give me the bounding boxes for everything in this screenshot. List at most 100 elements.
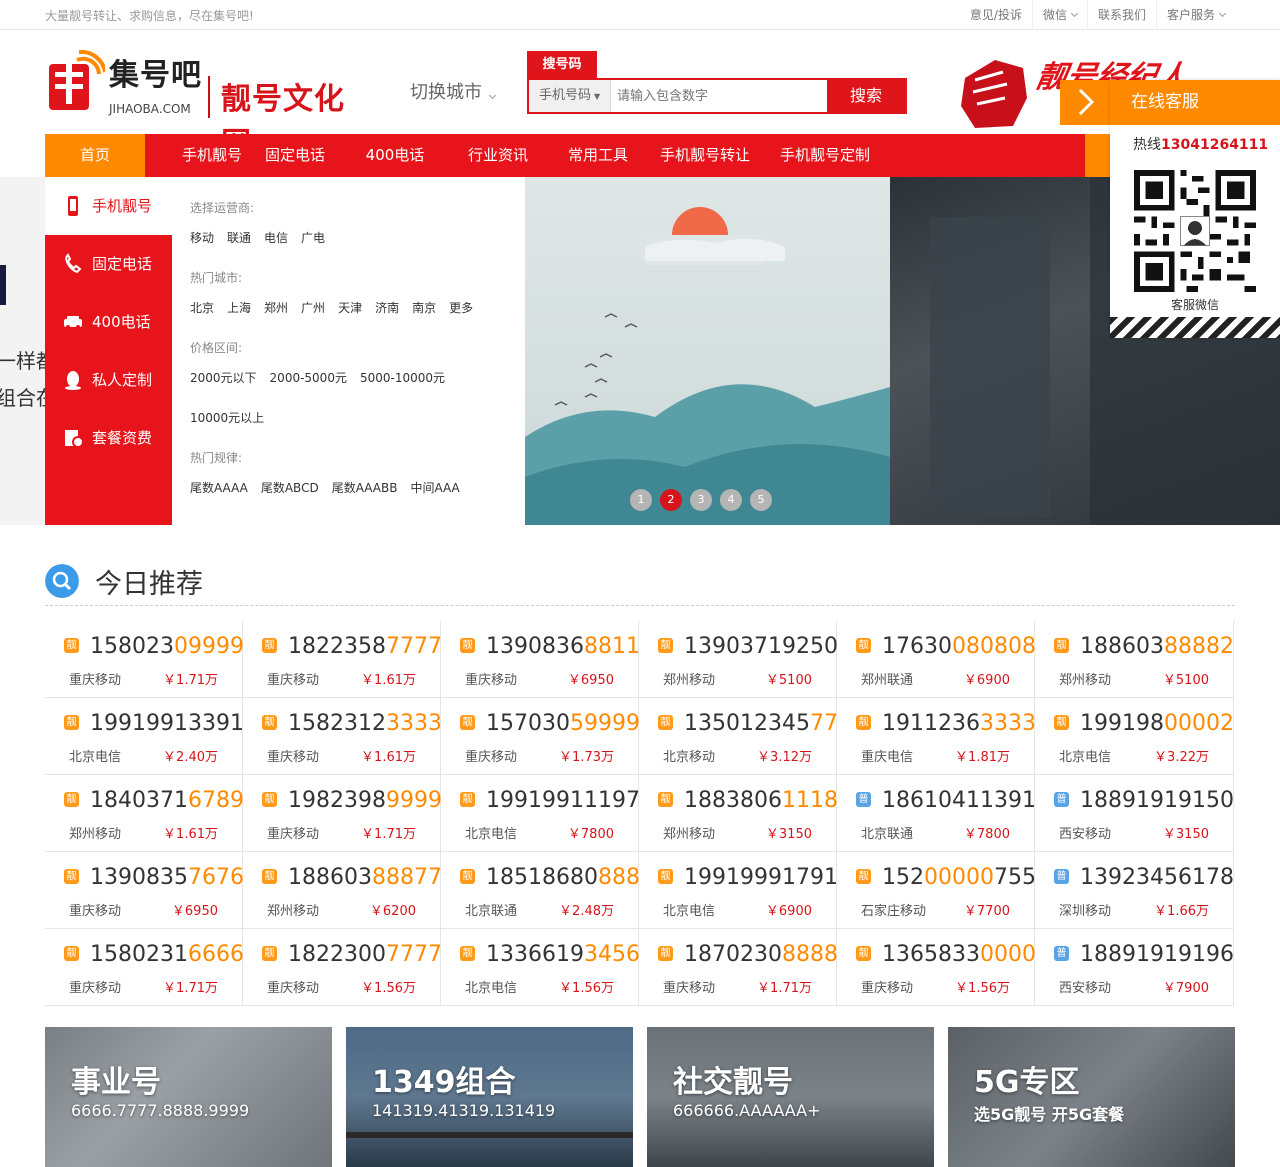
site-logo[interactable]: 集号吧 JIHAOBA.COM 靓号文化网 — [45, 46, 375, 161]
hero-slide-image[interactable] — [525, 177, 890, 525]
rule-option[interactable]: 中间AAA — [410, 481, 459, 495]
nav-custom[interactable]: 手机靓号定制 — [770, 134, 880, 177]
premium-badge: 靓 — [460, 715, 475, 730]
city-option[interactable]: 济南 — [375, 301, 399, 315]
number-card[interactable]: 靓 19919913391 北京电信 ￥2.40万 — [45, 698, 244, 775]
slider-dot[interactable]: 1 — [630, 489, 652, 511]
price-option[interactable]: 2000元以下 — [190, 371, 257, 385]
nav-mobile[interactable]: 手机靓号 — [162, 134, 262, 177]
number-card[interactable]: 靓 18518680888 北京联通 ￥2.48万 — [441, 852, 640, 929]
card-social[interactable]: 社交靓号 666666.AAAAAA+ — [647, 1027, 934, 1167]
number-price: ￥2.40万 — [163, 750, 218, 765]
nav-news[interactable]: 行业资讯 — [453, 134, 543, 177]
city-option[interactable]: 南京 — [412, 301, 436, 315]
nav-transfer[interactable]: 手机靓号转让 — [650, 134, 760, 177]
search-type-select[interactable]: 手机号码 ▼ — [529, 80, 611, 112]
number-card[interactable]: 靓 13908368811 重庆移动 ￥6950 — [441, 621, 640, 698]
number-price: ￥1.71万 — [757, 981, 812, 996]
rule-option[interactable]: 尾数AAABB — [332, 481, 398, 495]
number-card[interactable]: 靓 18702308888 重庆移动 ￥1.71万 — [639, 929, 838, 1006]
city-option[interactable]: 郑州 — [264, 301, 288, 315]
operator-option[interactable]: 移动 — [190, 231, 214, 245]
number-location: 重庆移动 — [267, 673, 320, 688]
city-option[interactable]: 更多 — [449, 301, 473, 315]
slider-dot[interactable]: 3 — [690, 489, 712, 511]
contact-link[interactable]: 联系我们 — [1086, 0, 1156, 30]
price-option[interactable]: 2000-5000元 — [270, 371, 347, 385]
search-tab[interactable]: 搜号码 — [527, 51, 597, 78]
nav-tools[interactable]: 常用工具 — [553, 134, 643, 177]
slider-dot[interactable]: 4 — [720, 489, 742, 511]
number-card[interactable]: 靓 18860388877 郑州移动 ￥6200 — [243, 852, 442, 929]
number-card[interactable]: 靓 15802316666 重庆移动 ￥1.71万 — [45, 929, 244, 1006]
number-card[interactable]: 靓 19919991791 北京电信 ￥6900 — [639, 852, 838, 929]
number-card[interactable]: 靓 19112363333 重庆电信 ￥1.81万 — [837, 698, 1036, 775]
card-1349[interactable]: 1349组合 141319.41319.131419 — [346, 1027, 633, 1167]
price-option[interactable]: 10000元以上 — [190, 411, 264, 425]
number-card[interactable]: 靓 13908357676 重庆移动 ￥6950 — [45, 852, 244, 929]
number-card[interactable]: 靓 15802309999 重庆移动 ￥1.71万 — [45, 621, 244, 698]
rule-option[interactable]: 尾数AAAA — [190, 481, 248, 495]
number-location: 重庆移动 — [267, 750, 320, 765]
number-card[interactable]: 靓 17630080808 郑州联通 ￥6900 — [837, 621, 1036, 698]
number-card[interactable]: 靓 18223587777 重庆移动 ￥1.61万 — [243, 621, 442, 698]
number-card[interactable]: 靓 13501234577 北京移动 ￥3.12万 — [639, 698, 838, 775]
operator-option[interactable]: 联通 — [227, 231, 251, 245]
search-input[interactable] — [617, 86, 827, 106]
operator-option[interactable]: 电信 — [264, 231, 288, 245]
slider-dot-active[interactable]: 2 — [660, 489, 682, 511]
number-card[interactable]: 靓 19919800002 北京电信 ￥3.22万 — [1035, 698, 1234, 775]
number-card[interactable]: 靓 15200000755 石家庄移动 ￥7700 — [837, 852, 1036, 929]
number-location: 北京移动 — [663, 750, 716, 765]
city-switch[interactable]: 切换城市 — [410, 78, 497, 104]
number-card[interactable]: 普 18610411391 北京联通 ￥7800 — [837, 775, 1036, 852]
number-card[interactable]: 靓 19919911197 北京电信 ￥7800 — [441, 775, 640, 852]
normal-badge: 普 — [1054, 792, 1069, 807]
menu-mobile[interactable]: 手机靓号 — [45, 177, 172, 235]
number-location: 重庆移动 — [69, 904, 122, 919]
number-card[interactable]: 靓 18860388882 郑州移动 ￥5100 — [1035, 621, 1234, 698]
logo-en: JIHAOBA.COM — [109, 102, 191, 116]
menu-400[interactable]: 400电话 — [45, 293, 172, 351]
number-card[interactable]: 普 18891919150 西安移动 ￥3150 — [1035, 775, 1234, 852]
nav-home[interactable]: 首页 — [45, 134, 145, 177]
number-card[interactable]: 靓 13658330000 重庆移动 ￥1.56万 — [837, 929, 1036, 1006]
menu-package[interactable]: 套餐资费 — [45, 409, 172, 467]
number-location: 郑州移动 — [69, 827, 122, 842]
price-option[interactable]: 5000-10000元 — [360, 371, 445, 385]
premium-badge: 靓 — [856, 869, 871, 884]
phone-number: 13366193456 — [486, 942, 640, 967]
wechat-link[interactable]: 微信 — [1031, 0, 1087, 30]
card-5g[interactable]: 5G专区 选5G靓号 开5G套餐 — [948, 1027, 1235, 1167]
phone-number: 18891919150 — [1080, 788, 1234, 813]
service-toggle[interactable] — [1060, 80, 1110, 125]
number-card[interactable]: 普 13923456178 深圳移动 ￥1.66万 — [1035, 852, 1234, 929]
normal-badge: 普 — [1054, 946, 1069, 961]
number-card[interactable]: 靓 13903719250 郑州移动 ￥5100 — [639, 621, 838, 698]
number-card[interactable]: 普 18891919196 西安移动 ￥7900 — [1035, 929, 1234, 1006]
nav-fixed-phone[interactable]: 固定电话 — [255, 134, 335, 177]
city-option[interactable]: 广州 — [301, 301, 325, 315]
feedback-link[interactable]: 意见/投诉 — [960, 0, 1032, 30]
number-card[interactable]: 靓 13366193456 北京电信 ￥1.56万 — [441, 929, 640, 1006]
operator-option[interactable]: 广电 — [301, 231, 325, 245]
nav-accent — [1085, 134, 1110, 177]
city-option[interactable]: 上海 — [227, 301, 251, 315]
slider-dot[interactable]: 5 — [750, 489, 772, 511]
city-option[interactable]: 天津 — [338, 301, 362, 315]
number-card[interactable]: 靓 18223007777 重庆移动 ￥1.56万 — [243, 929, 442, 1006]
menu-fixed-phone[interactable]: 固定电话 — [45, 235, 172, 293]
card-career[interactable]: 事业号 6666.7777.8888.9999 — [45, 1027, 332, 1167]
city-option[interactable]: 北京 — [190, 301, 214, 315]
search-button[interactable]: 搜索 — [827, 80, 905, 112]
nav-400[interactable]: 400电话 — [355, 134, 435, 177]
customer-service-link[interactable]: 客户服务 — [1155, 0, 1235, 30]
number-card[interactable]: 靓 18838061118 郑州移动 ￥3150 — [639, 775, 838, 852]
menu-custom[interactable]: 私人定制 — [45, 351, 172, 409]
rule-option[interactable]: 尾数ABCD — [261, 481, 319, 495]
number-card[interactable]: 靓 15823123333 重庆移动 ￥1.61万 — [243, 698, 442, 775]
number-card[interactable]: 靓 15703059999 重庆移动 ￥1.73万 — [441, 698, 640, 775]
number-card[interactable]: 靓 18403716789 郑州移动 ￥1.61万 — [45, 775, 244, 852]
number-location: 西安移动 — [1059, 827, 1112, 842]
number-card[interactable]: 靓 19823989999 重庆移动 ￥1.71万 — [243, 775, 442, 852]
